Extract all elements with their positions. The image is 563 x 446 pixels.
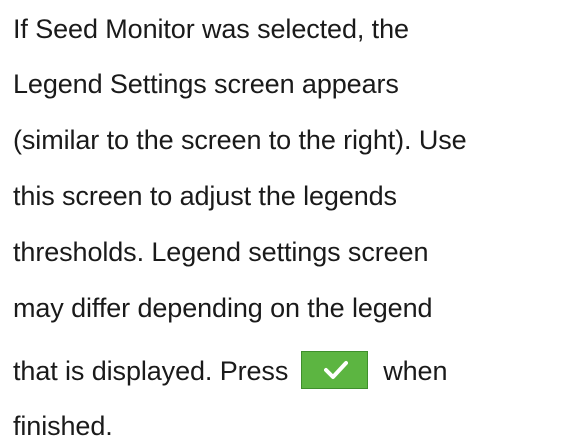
text-line: finished. — [13, 411, 113, 441]
text-line-with-button: that is displayed. Press when — [13, 351, 448, 392]
text-line: thresholds. Legend settings screen — [13, 237, 429, 267]
text-line: If Seed Monitor was selected, the — [13, 14, 409, 44]
text-line: this screen to adjust the legends — [13, 181, 397, 211]
text-line: Legend Settings screen appears — [13, 69, 399, 99]
confirm-button[interactable] — [301, 351, 369, 389]
text-line: may differ depending on the legend — [13, 293, 433, 323]
checkmark-icon — [324, 361, 349, 379]
text-before-button: that is displayed. Press — [13, 356, 289, 387]
text-line: (similar to the screen to the right). Us… — [13, 125, 467, 155]
text-after-button: when — [383, 356, 448, 387]
